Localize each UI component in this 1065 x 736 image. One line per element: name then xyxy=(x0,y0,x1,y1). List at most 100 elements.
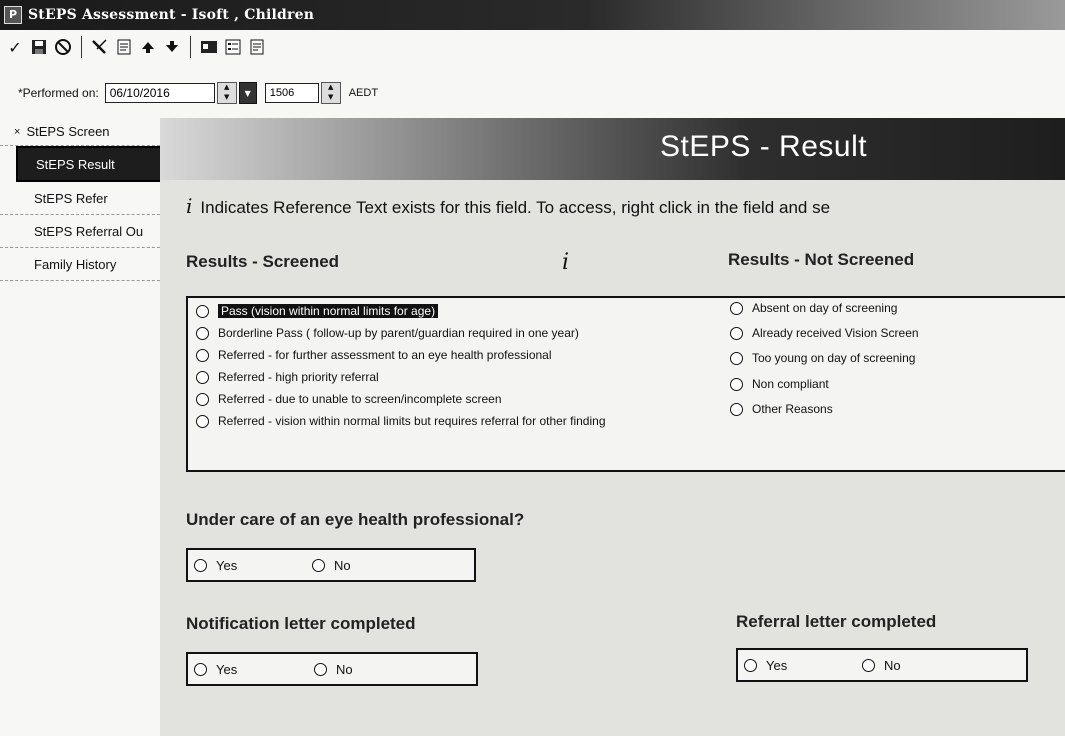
performed-date-input[interactable] xyxy=(104,83,215,103)
performed-time-input[interactable] xyxy=(264,83,319,103)
reference-info-text: Indicates Reference Text exists for this… xyxy=(200,198,831,217)
up-arrow-icon[interactable] xyxy=(137,36,159,58)
radio-label: Yes xyxy=(216,558,238,573)
radio-label: No xyxy=(884,658,901,673)
date-spinner[interactable]: ▲ ▼ xyxy=(216,82,237,104)
sidebar-item-steps-referral-outcome[interactable]: StEPS Referral Ou xyxy=(0,215,165,248)
radio-label: Referred - for further assessment to an … xyxy=(218,348,552,362)
radio-button[interactable] xyxy=(744,659,757,672)
header-band: StEPS - Result xyxy=(160,118,1065,180)
radio-button[interactable] xyxy=(196,370,209,384)
radio-label: Borderline Pass ( follow-up by parent/gu… xyxy=(218,326,579,340)
sidebar-item-label: Family History xyxy=(34,256,117,272)
radio-label: Pass (vision within normal limits for ag… xyxy=(218,304,439,318)
toolbar: ✓ xyxy=(0,32,1065,62)
check-icon[interactable]: ✓ xyxy=(4,36,26,58)
radio-label: Referred - high priority referral xyxy=(218,370,379,384)
radio-button[interactable] xyxy=(730,402,743,416)
radio-absent[interactable]: Absent on day of screening xyxy=(730,301,897,315)
notification-radio-group: Yes No xyxy=(186,652,478,686)
radio-button[interactable] xyxy=(730,326,743,340)
sidebar-item-label: StEPS Result xyxy=(36,156,115,172)
tools-icon[interactable] xyxy=(89,36,111,58)
sidebar-item-steps-refer[interactable]: StEPS Refer xyxy=(0,182,165,215)
radio-label: Absent on day of screening xyxy=(752,301,898,315)
eye-care-radio-group: Yes No xyxy=(186,548,476,582)
referral-no-option[interactable]: No xyxy=(862,658,901,673)
radio-borderline-pass[interactable]: Borderline Pass ( follow-up by parent/gu… xyxy=(196,326,579,340)
radio-label: Referred - vision within normal limits b… xyxy=(218,414,606,428)
page-title: StEPS - Result xyxy=(660,130,868,163)
notification-yes-option[interactable]: Yes xyxy=(194,662,237,677)
radio-referred-other-finding[interactable]: Referred - vision within normal limits b… xyxy=(196,414,606,428)
radio-button[interactable] xyxy=(730,377,743,391)
radio-label: Other Reasons xyxy=(752,402,833,416)
window-title: StEPS Assessment - Isoft , Children xyxy=(28,7,315,23)
results-not-screened-label: Results - Not Screened xyxy=(728,250,915,269)
radio-too-young[interactable]: Too young on day of screening xyxy=(730,351,915,365)
radio-button[interactable] xyxy=(314,663,327,676)
radio-label: No xyxy=(334,558,351,573)
referral-radio-group: Yes No xyxy=(736,648,1028,682)
sidebar-item-steps-result[interactable]: StEPS Result xyxy=(16,146,174,182)
time-spinner[interactable]: ▲ ▼ xyxy=(320,82,341,104)
radio-button[interactable] xyxy=(312,559,325,572)
notes-icon[interactable] xyxy=(113,36,135,58)
sidebar-item-label: StEPS Screen xyxy=(26,124,110,139)
radio-button[interactable] xyxy=(730,301,743,315)
radio-referred-high-priority[interactable]: Referred - high priority referral xyxy=(196,370,379,384)
print-icon[interactable] xyxy=(246,36,268,58)
main-form: StEPS - Result i Indicates Reference Text… xyxy=(160,118,1065,736)
down-arrow-icon[interactable] xyxy=(161,36,183,58)
app-icon: P xyxy=(4,6,22,24)
radio-non-compliant[interactable]: Non compliant xyxy=(730,377,829,391)
toolbar-separator xyxy=(81,36,82,58)
results-screened-label: Results - Screened xyxy=(186,252,340,271)
radio-other-reasons[interactable]: Other Reasons xyxy=(730,402,833,416)
eye-care-yes-option[interactable]: Yes xyxy=(194,558,237,573)
radio-button[interactable] xyxy=(196,414,209,428)
radio-button[interactable] xyxy=(730,351,743,365)
toolbar-separator xyxy=(190,36,191,58)
radio-button[interactable] xyxy=(862,659,875,672)
eye-care-label: Under care of an eye health professional… xyxy=(186,510,525,529)
results-radio-group: Pass (vision within normal limits for ag… xyxy=(186,296,1065,472)
sidebar-nav: × StEPS Screen StEPS Result StEPS Refer … xyxy=(0,118,174,281)
radio-button[interactable] xyxy=(196,326,209,340)
collapse-icon[interactable]: × xyxy=(14,126,20,138)
radio-label: Referred - due to unable to screen/incom… xyxy=(218,392,502,406)
list-icon[interactable] xyxy=(222,36,244,58)
date-dropdown-button[interactable]: ▼ xyxy=(238,82,257,104)
radio-label: Too young on day of screening xyxy=(752,351,916,365)
radio-label: Non compliant xyxy=(752,377,829,391)
radio-button[interactable] xyxy=(194,663,207,676)
radio-pass[interactable]: Pass (vision within normal limits for ag… xyxy=(196,304,439,318)
radio-button[interactable] xyxy=(194,559,207,572)
sidebar-item-label: StEPS Refer xyxy=(34,190,108,206)
card-icon[interactable] xyxy=(198,36,220,58)
radio-referred-unable-to-screen[interactable]: Referred - due to unable to screen/incom… xyxy=(196,392,502,406)
sidebar-item-family-history[interactable]: Family History xyxy=(0,248,165,281)
performed-on-label: *Performed on: xyxy=(18,86,99,100)
radio-button[interactable] xyxy=(196,304,209,318)
radio-button[interactable] xyxy=(196,348,209,362)
radio-referred-further-assessment[interactable]: Referred - for further assessment to an … xyxy=(196,348,552,362)
radio-label: Yes xyxy=(216,662,238,677)
referral-yes-option[interactable]: Yes xyxy=(744,658,787,673)
sidebar-item-steps-screen[interactable]: × StEPS Screen xyxy=(0,118,165,146)
timezone-label: AEDT xyxy=(348,87,379,99)
referral-letter-label: Referral letter completed xyxy=(736,612,937,631)
sidebar-item-label: StEPS Referral Ou xyxy=(34,223,144,239)
eye-care-no-option[interactable]: No xyxy=(312,558,351,573)
radio-label: No xyxy=(336,662,353,677)
performed-on-row: *Performed on: ▲▼ ▼ ▲▼ AEDT xyxy=(0,80,378,106)
radio-label: Yes xyxy=(766,658,788,673)
cancel-icon[interactable] xyxy=(52,36,74,58)
radio-button[interactable] xyxy=(196,392,209,406)
info-icon: i xyxy=(186,194,193,218)
radio-already-received[interactable]: Already received Vision Screen xyxy=(730,326,919,340)
save-icon[interactable] xyxy=(28,36,50,58)
notification-letter-label: Notification letter completed xyxy=(186,614,416,633)
notification-no-option[interactable]: No xyxy=(314,662,353,677)
title-bar: P StEPS Assessment - Isoft , Children xyxy=(0,0,1065,30)
